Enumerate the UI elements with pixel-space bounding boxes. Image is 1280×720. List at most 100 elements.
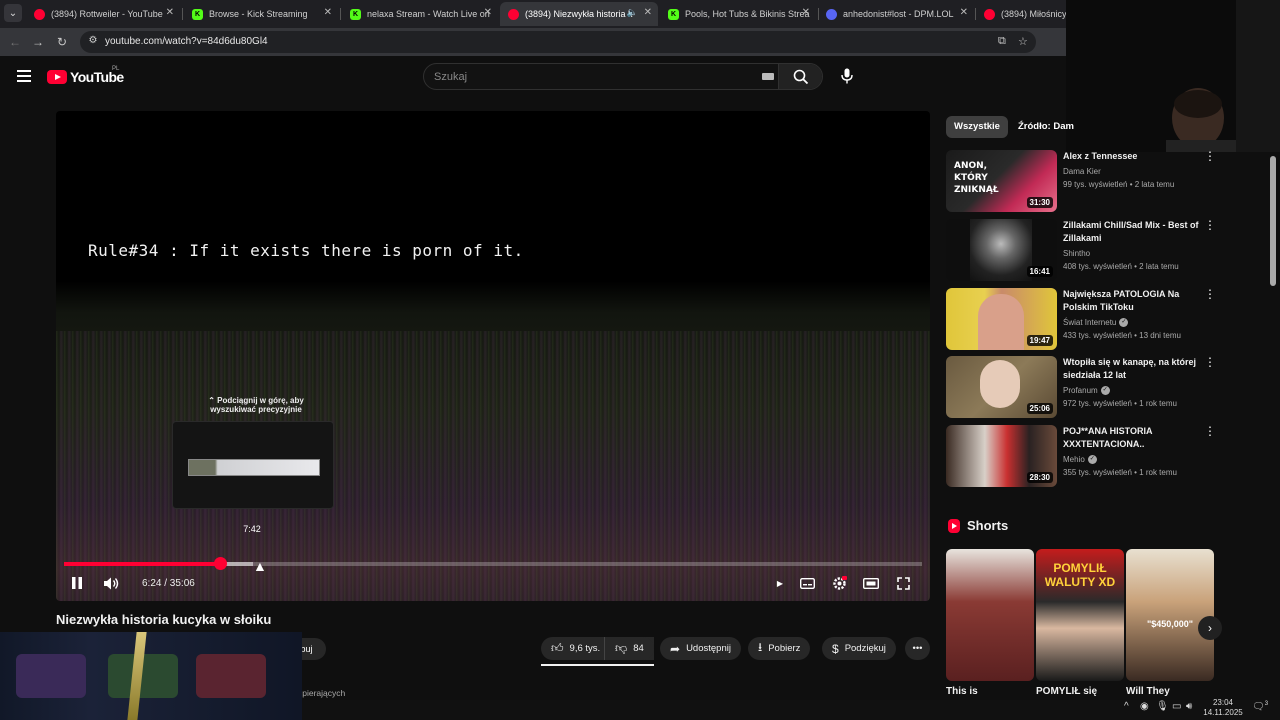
tab-dpm-lol[interactable]: anhedonist#lost - DPM.LOL ✕ (818, 2, 974, 26)
video-title[interactable]: Zillakami Chill/Sad Mix - Best of Zillak… (1063, 219, 1203, 245)
video-thumbnail[interactable]: 19:47 (946, 288, 1057, 350)
video-duration: 28:30 (1026, 472, 1053, 483)
pause-button[interactable] (68, 574, 86, 592)
chevron-up-icon[interactable]: ^ (1124, 701, 1129, 712)
video-thumbnail[interactable]: 25:06 (946, 356, 1057, 418)
settings-button[interactable] (830, 574, 848, 592)
video-title: Niezwykła historia kucyka w słoiku (56, 612, 272, 627)
recommendation-item[interactable]: 16:41 Zillakami Chill/Sad Mix - Best of … (946, 219, 1226, 283)
search-button[interactable] (778, 64, 822, 89)
tab-niezwykla-historia[interactable]: (3894) Niezwykła historia k 🔈 ✕ (500, 2, 658, 26)
taskbar-clock[interactable]: 23:04 14.11.2025 (1198, 698, 1248, 718)
notification-icon[interactable]: 🗨︎3 (1252, 701, 1268, 712)
thanks-button[interactable]: $ Podziękuj (822, 637, 896, 660)
network-icon[interactable]: ▭ (1172, 701, 1181, 712)
forward-arrow-icon[interactable]: → (30, 34, 46, 50)
share-button[interactable]: ➦ Udostępnij (660, 637, 741, 660)
url-text[interactable]: youtube.com/watch?v=84d6du80Gl4 (105, 36, 268, 47)
close-icon[interactable]: ✕ (166, 7, 174, 18)
close-icon[interactable]: ✕ (484, 7, 492, 18)
video-thumbnail[interactable]: 16:41 (946, 219, 1057, 281)
microphone-tray-icon[interactable]: 🎙︎ (1156, 701, 1169, 712)
tab-search-button[interactable]: ⌄ (4, 4, 22, 22)
video-title[interactable]: Największa PATOLOGIA Na Polskim TikToku (1063, 288, 1203, 314)
browser-tab-strip: ⌄ (3894) Rottweiler - YouTube ✕ K Browse… (0, 0, 1066, 28)
channel-name[interactable]: Dama Kier (1063, 167, 1101, 176)
autoplay-toggle[interactable]: ▶ (772, 574, 788, 592)
channel-label: Świat Internetu (1063, 318, 1117, 327)
speaker-icon[interactable]: 🔈 (627, 7, 638, 18)
video-title[interactable]: Wtopiła się w kanapę, na której siedział… (1063, 356, 1203, 382)
download-icon: ⭳ (758, 640, 763, 654)
tab-kick-browse[interactable]: K Browse - Kick Streaming ✕ (184, 2, 338, 26)
video-player[interactable]: Rule#34 : If it exists there is porn of … (56, 111, 930, 601)
channel-name[interactable]: Shintho (1063, 249, 1090, 258)
tab-title: nelaxa Stream - Watch Live on (367, 9, 490, 19)
verified-check-icon: ✓ (1100, 386, 1110, 396)
tab-rottweiler[interactable]: (3894) Rottweiler - YouTube ✕ (26, 2, 180, 26)
bookmark-star-icon[interactable]: ☆ (1018, 35, 1028, 48)
close-icon[interactable]: ✕ (324, 7, 332, 18)
menu-icon[interactable] (17, 70, 31, 82)
like-ratio-bar (541, 664, 654, 666)
tab-divider (182, 8, 183, 20)
volume-button[interactable] (102, 574, 122, 592)
site-info-icon[interactable]: ⚙ (86, 35, 100, 49)
video-title[interactable]: POJ**ANA HISTORIA XXXTENTACIONA.. (1063, 425, 1203, 451)
recommendation-item[interactable]: ANON, KTÓRY ZNIKNĄŁ 31:30 Alex z Tenness… (946, 150, 1226, 214)
recommendation-item[interactable]: 25:06 Wtopiła się w kanapę, na której si… (946, 356, 1226, 420)
more-actions-button[interactable]: ••• (905, 637, 930, 660)
tab-title: (3894) Miłośnicy śp (1001, 9, 1066, 19)
youtube-logo[interactable]: YouTube PL (47, 66, 124, 85)
video-meta: 99 tys. wyświetleń • 2 lata temu (1063, 180, 1175, 189)
recommendation-item[interactable]: 19:47 Największa PATOLOGIA Na Polskim Ti… (946, 288, 1226, 352)
chip-all[interactable]: Wszystkie (946, 116, 1008, 138)
close-icon[interactable]: ✕ (802, 7, 810, 18)
progress-bar[interactable] (64, 557, 922, 570)
tab-milosnicy[interactable]: (3894) Miłośnicy śp (976, 2, 1066, 26)
video-title[interactable]: Alex z Tennessee (1063, 150, 1203, 163)
theater-mode-button[interactable] (862, 574, 880, 592)
fullscreen-button[interactable] (894, 574, 912, 592)
time-display: 6:24 / 35:06 (142, 578, 195, 589)
chip-source[interactable]: Źródło: Dam (1010, 116, 1082, 138)
speaker-tray-icon[interactable]: 🔊︎ (1186, 701, 1192, 712)
more-vertical-icon[interactable]: ⋮ (1204, 288, 1216, 300)
video-thumbnail[interactable]: 28:30 (946, 425, 1057, 487)
more-vertical-icon[interactable]: ⋮ (1204, 150, 1216, 162)
short-thumbnail[interactable]: POMYLIŁ WALUTY XD (1036, 549, 1124, 681)
tab-pools-stream[interactable]: K Pools, Hot Tubs & Bikinis Strea ✕ (660, 2, 816, 26)
recommendation-item[interactable]: 28:30 POJ**ANA HISTORIA XXXTENTACIONA.. … (946, 425, 1226, 489)
reload-icon[interactable]: ↻ (54, 34, 70, 50)
search-input[interactable] (434, 69, 754, 85)
more-vertical-icon[interactable]: ⋮ (1204, 219, 1216, 231)
dislike-button[interactable]: 👎︎ 84 (604, 637, 654, 660)
download-button[interactable]: ⭳ Pobierz (748, 637, 811, 660)
short-title[interactable]: POMYLIŁ się (1036, 686, 1097, 697)
thanks-dollar-icon: $ (832, 641, 839, 656)
subtitles-button[interactable] (798, 574, 816, 592)
page-scrollbar[interactable] (1266, 152, 1280, 700)
channel-label: Profanum (1063, 386, 1098, 395)
short-thumbnail[interactable] (946, 549, 1034, 681)
chevron-right-icon[interactable]: › (1198, 616, 1222, 640)
more-vertical-icon[interactable]: ⋮ (1204, 425, 1216, 437)
back-arrow-icon[interactable]: ← (7, 34, 23, 50)
channel-name[interactable]: Mehio ✓ (1063, 455, 1097, 465)
keyboard-icon[interactable] (762, 73, 774, 80)
address-bar[interactable]: ⚙ youtube.com/watch?v=84d6du80Gl4 ⧉ ☆ (80, 31, 1036, 53)
close-icon[interactable]: ✕ (644, 7, 652, 18)
channel-name[interactable]: Profanum ✓ (1063, 386, 1110, 396)
video-thumbnail[interactable]: ANON, KTÓRY ZNIKNĄŁ 31:30 (946, 150, 1057, 212)
short-thumbnail[interactable]: "$450,000" (1126, 549, 1214, 681)
close-icon[interactable]: ✕ (960, 7, 968, 18)
voice-search-button[interactable] (836, 65, 858, 87)
short-title[interactable]: This is (946, 686, 978, 697)
discord-icon[interactable]: ◉ (1140, 701, 1149, 712)
short-title[interactable]: Will They (1126, 686, 1170, 697)
tab-nelaxa-stream[interactable]: K nelaxa Stream - Watch Live on ✕ (342, 2, 498, 26)
more-vertical-icon[interactable]: ⋮ (1204, 356, 1216, 368)
channel-name[interactable]: Świat Internetu ✓ (1063, 318, 1129, 328)
scrollbar-thumb[interactable] (1270, 156, 1276, 286)
install-app-icon[interactable]: ⧉ (998, 35, 1006, 48)
